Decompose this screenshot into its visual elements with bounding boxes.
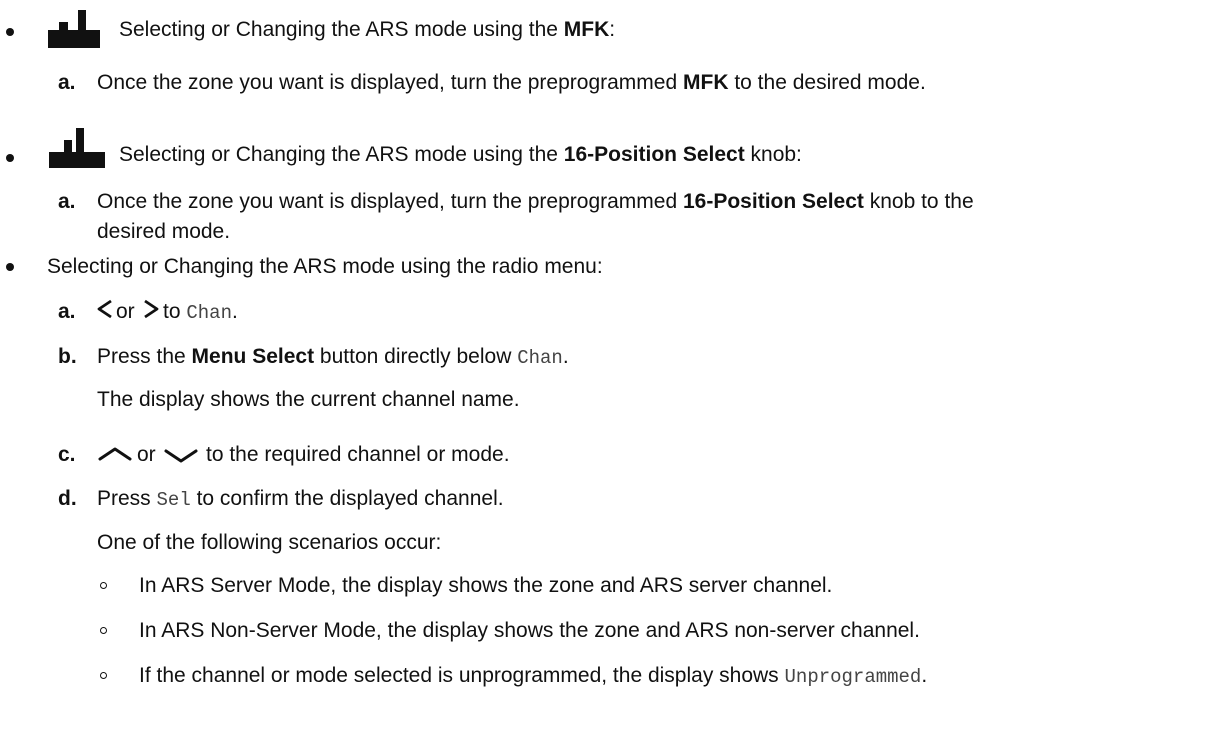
section3-step-d-result: One of the following scenarios occur: [97, 531, 442, 554]
section1-step-a-letter: a. [58, 71, 76, 94]
section2-intro: Selecting or Changing the ARS mode using… [119, 143, 802, 166]
section2-step-a-text-line2: desired mode. [97, 220, 231, 243]
section3-step-c-letter: c. [58, 443, 76, 466]
section3-intro: Selecting or Changing the ARS mode using… [47, 255, 603, 278]
chan-code: Chan [517, 347, 563, 369]
section3-step-d-letter: d. [58, 487, 77, 510]
scenario-bullet [100, 672, 107, 679]
bullet-3 [6, 263, 14, 271]
left-arrow-icon [97, 299, 112, 319]
scenario-item: In ARS Non-Server Mode, the display show… [139, 619, 920, 642]
bullet-2 [6, 154, 14, 162]
sel-code: Sel [156, 489, 191, 511]
section3-step-d-text: Press Sel to confirm the displayed chann… [97, 487, 504, 511]
section1-step-a-text: Once the zone you want is displayed, tur… [97, 71, 926, 94]
chan-code: Chan [186, 302, 232, 324]
scenario-item: In ARS Server Mode, the display shows th… [139, 574, 833, 597]
up-arrow-icon [98, 447, 132, 461]
section1-intro: Selecting or Changing the ARS mode using… [119, 18, 616, 41]
radio-model-icon-single-antenna [48, 10, 100, 48]
section3-step-b-result: The display shows the current channel na… [97, 388, 520, 411]
bullet-1 [6, 28, 14, 36]
section3-step-c-or: or [137, 443, 156, 466]
section2-step-a-letter: a. [58, 190, 76, 213]
section3-step-b-text: Press the Menu Select button directly be… [97, 345, 569, 369]
section3-step-a-to: to Chan. [163, 300, 238, 324]
scenario-bullet [100, 582, 107, 589]
unprogrammed-code: Unprogrammed [784, 666, 922, 688]
section3-step-b-letter: b. [58, 345, 77, 368]
radio-model-icon-double-antenna [49, 128, 105, 168]
scenario-bullet [100, 627, 107, 634]
scenario-item: If the channel or mode selected is unpro… [139, 664, 928, 688]
down-arrow-icon [164, 449, 198, 463]
right-arrow-icon [144, 299, 159, 319]
section3-step-a-or: or [116, 300, 135, 323]
section3-step-c-text: to the required channel or mode. [206, 443, 510, 466]
section3-step-a-letter: a. [58, 300, 76, 323]
section2-step-a-text: Once the zone you want is displayed, tur… [97, 190, 974, 213]
